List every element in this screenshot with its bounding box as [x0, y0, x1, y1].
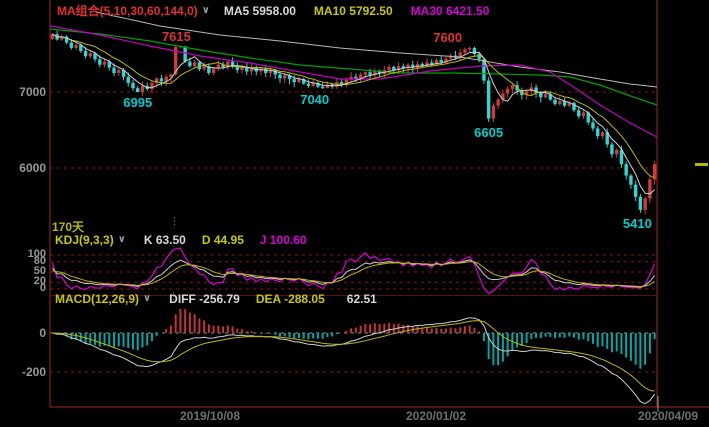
y-tick-label: 7000 [4, 85, 46, 99]
chart-window: MA组合(5,10,30,60,144,0) ∨ MA5 5958.00 MA1… [0, 0, 709, 427]
kdj-d-value: D 44.95 [202, 233, 244, 247]
macd-dea-value: DEA -288.05 [256, 292, 325, 306]
macd-bar-value: 62.51 [347, 292, 377, 306]
price-annotation: 7040 [300, 92, 329, 107]
price-annotation: 6995 [123, 95, 152, 110]
kdj-j-value: J 100.60 [260, 233, 307, 247]
y-tick-label: 6000 [4, 161, 46, 175]
date-label: 2019/10/08 [180, 409, 240, 423]
ma-group-label[interactable]: MA组合(5,10,30,60,144,0) [57, 4, 198, 18]
price-annotation: 6605 [474, 125, 503, 140]
kdj-chevron-icon[interactable]: ∨ [118, 233, 126, 247]
ma5-value: MA5 5958.00 [224, 4, 296, 18]
price-annotation: 7615 [162, 29, 191, 44]
kdj-header: KDJ(9,3,3) ∨ K 63.50 D 44.95 J 100.60 [55, 233, 307, 247]
chart-canvas[interactable] [0, 0, 709, 427]
pane-divider-handle[interactable]: ⋮ [169, 294, 178, 298]
ma10-value: MA10 5792.50 [314, 4, 393, 18]
price-annotation: 5410 [623, 216, 652, 231]
kdj-tick-label: 0 [4, 282, 46, 294]
date-label: 2020/01/02 [406, 409, 466, 423]
price-annotation: 7600 [433, 30, 462, 45]
date-label: 2020/04/09 [638, 409, 698, 423]
macd-tick-label: 0 [4, 326, 46, 340]
main-header: MA组合(5,10,30,60,144,0) ∨ MA5 5958.00 MA1… [57, 4, 489, 18]
kdj-k-value: K 63.50 [144, 233, 186, 247]
ma-group-chevron-icon[interactable]: ∨ [202, 4, 210, 18]
kdj-title[interactable]: KDJ(9,3,3) [55, 233, 114, 247]
macd-chevron-icon[interactable]: ∨ [143, 292, 151, 306]
macd-tick-label: -200 [4, 365, 46, 379]
macd-header: MACD(12,26,9) ∨ DIFF -256.79 DEA -288.05… [55, 292, 377, 306]
pane-divider-handle[interactable]: ⋮ [170, 219, 179, 223]
macd-diff-value: DIFF -256.79 [169, 292, 240, 306]
macd-title[interactable]: MACD(12,26,9) [55, 292, 139, 306]
ma30-value: MA30 6421.50 [411, 4, 490, 18]
